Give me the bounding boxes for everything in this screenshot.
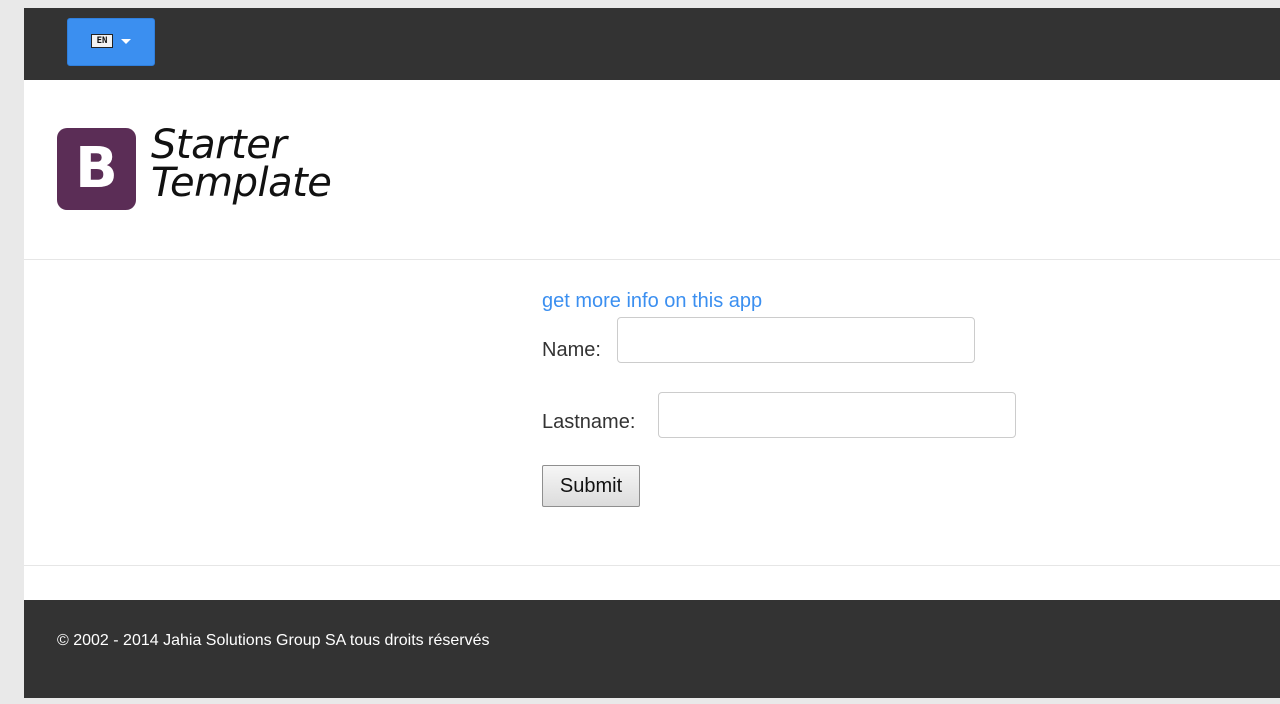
submit-button[interactable]: Submit [542,465,640,507]
logo-title-line2: Template [151,160,332,206]
logo-icon[interactable]: B [57,128,136,210]
site-header: B Starter Template [24,80,1280,260]
site-footer: © 2002 - 2014 Jahia Solutions Group SA t… [24,600,1280,698]
lastname-label: Lastname: [542,411,636,433]
caret-down-icon [121,39,131,44]
copyright-text: © 2002 - 2014 Jahia Solutions Group SA t… [57,632,490,649]
logo-letter: B [75,136,118,201]
main-content: get more info on this app Name: Lastname… [24,260,1280,566]
name-label: Name: [542,339,601,361]
more-info-link[interactable]: get more info on this app [542,290,762,313]
lastname-input[interactable] [658,392,1016,438]
logo-title[interactable]: Starter Template [151,122,332,206]
name-input[interactable] [617,317,975,363]
logo-title-line1: Starter [151,122,287,168]
top-navbar: EN [24,8,1280,80]
page: EN B Starter Template get more info on t… [24,8,1280,698]
language-dropdown-button[interactable]: EN [67,18,155,66]
flag-icon: EN [91,34,113,48]
